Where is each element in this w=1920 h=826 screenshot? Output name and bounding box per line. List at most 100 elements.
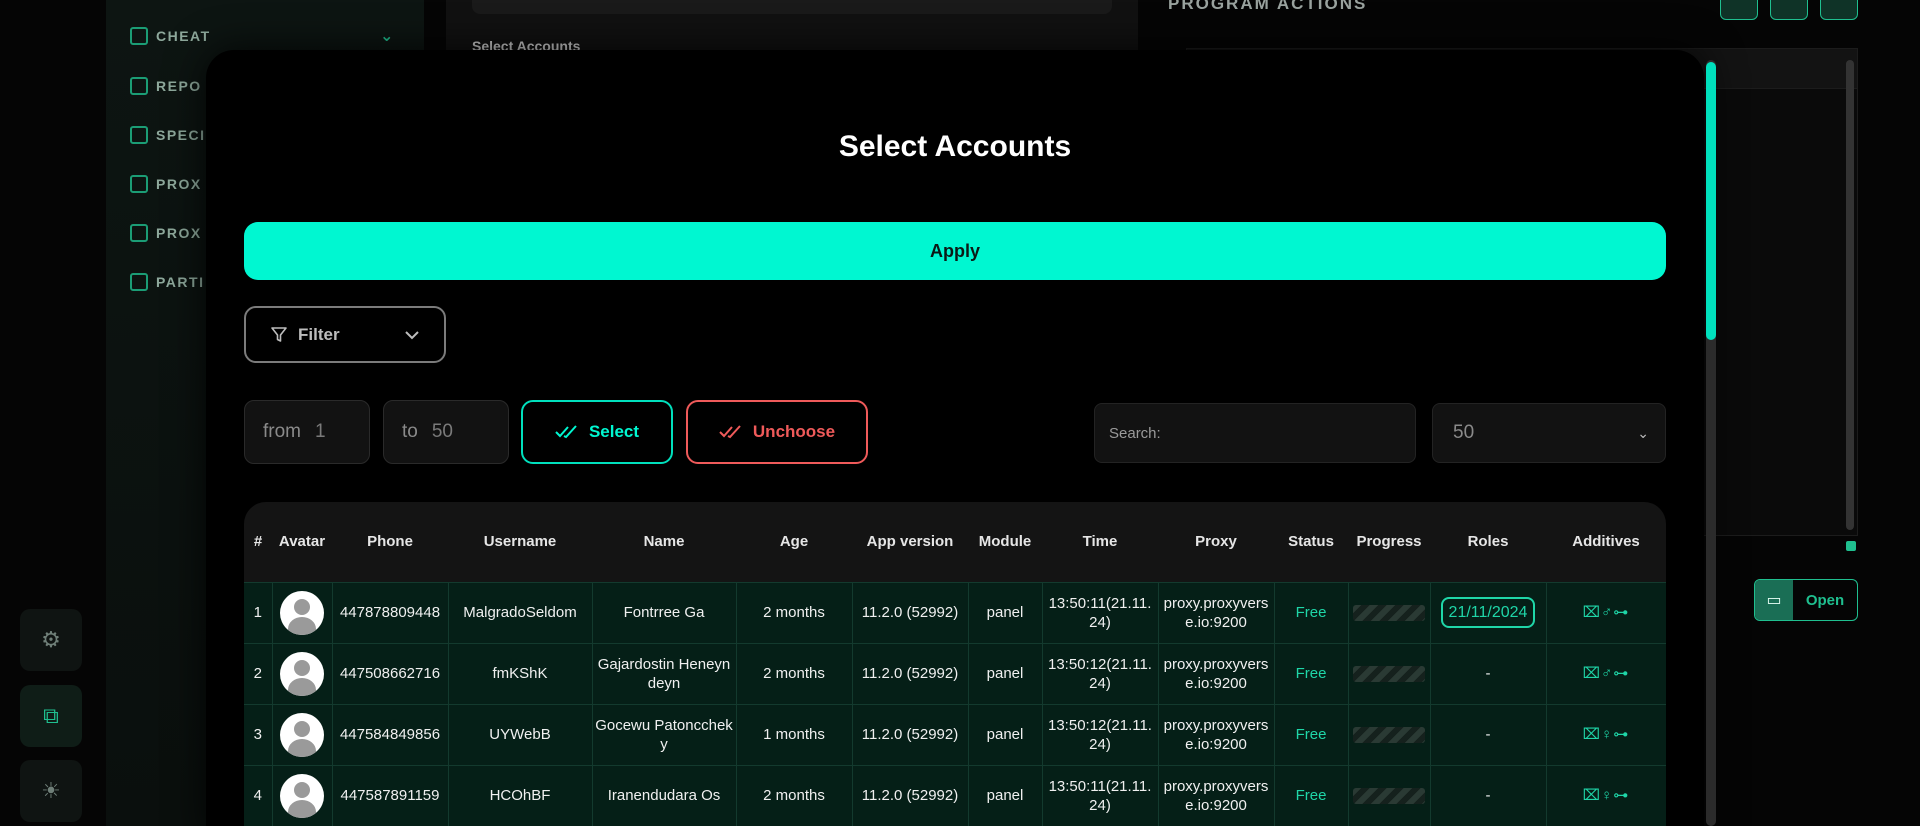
- username-cell: HCOhBF: [447, 764, 593, 826]
- sidebar-item-special[interactable]: SPECI: [130, 125, 206, 145]
- progress-bar: [1353, 726, 1425, 743]
- avatar: [280, 590, 324, 635]
- autoscroll-checkbox[interactable]: [1846, 541, 1856, 551]
- role-badge: 21/11/2024: [1440, 597, 1536, 628]
- filter-icon: [271, 326, 287, 342]
- app-version-cell: 11.2.0 (52992): [851, 581, 969, 644]
- sidebar-item-reports[interactable]: REPO: [130, 76, 202, 96]
- search-input[interactable]: [1094, 403, 1416, 463]
- select-button[interactable]: Select: [521, 400, 673, 464]
- sidebar-item-proxy-2[interactable]: PROX: [130, 223, 202, 243]
- avatar-cell: [271, 764, 333, 826]
- column-header-name[interactable]: Name: [592, 502, 736, 582]
- chevron-down-icon: ⌄: [1637, 424, 1649, 441]
- sidebar-item-label: PROX: [156, 176, 202, 192]
- username-cell: MalgradoSeldom: [447, 581, 593, 644]
- name-cell: Iranendudara Os: [591, 764, 737, 826]
- sidebar-item-label: SPECI: [156, 127, 206, 143]
- column-header-app-version[interactable]: App version: [852, 502, 968, 582]
- status-cell: Free: [1273, 581, 1349, 644]
- roles-cell: -: [1429, 764, 1547, 826]
- row-number: 1: [244, 581, 273, 644]
- filter-dropdown[interactable]: Filter: [244, 306, 446, 363]
- column-header-module[interactable]: Module: [968, 502, 1042, 582]
- username-cell: fmKShK: [447, 642, 593, 705]
- column-header-time[interactable]: Time: [1042, 502, 1158, 582]
- table-row[interactable]: 2 447508662716 fmKShK Gajardostin Heneyn…: [244, 642, 1666, 705]
- progress-bar: [1353, 604, 1425, 621]
- select-label: Select: [588, 422, 640, 441]
- additives-icons: ⌧♀⊶: [1545, 764, 1666, 826]
- progress-cell: [1347, 642, 1431, 705]
- avatar: [280, 651, 324, 696]
- phone-cell: 447878809448: [331, 581, 449, 644]
- column-header-phone[interactable]: Phone: [332, 502, 448, 582]
- column-header-age[interactable]: Age: [736, 502, 852, 582]
- app-version-cell: 11.2.0 (52992): [851, 703, 969, 766]
- range-from-value: 1: [315, 421, 326, 442]
- sidebar-item-label: REPO: [156, 78, 202, 94]
- progress-cell: [1347, 581, 1431, 644]
- proxy-cell: proxy.proxyverse.io:9200: [1157, 764, 1275, 826]
- proxy-cell: proxy.proxyverse.io:9200: [1157, 581, 1275, 644]
- range-from-input[interactable]: from 1: [244, 400, 370, 464]
- status-cell: Free: [1273, 703, 1349, 766]
- column-header-username[interactable]: Username: [448, 502, 592, 582]
- table-row[interactable]: 1 447878809448 MalgradoSeldom Fontrree G…: [244, 581, 1666, 644]
- network-icon: [130, 273, 148, 291]
- app-root: CHEAT ⌄ REPO SPECI PROX PROX PARTI ⚙ ⧉ ☀…: [0, 0, 1920, 826]
- open-folder-button[interactable]: ▭ Open: [1754, 579, 1858, 621]
- chevron-down-icon: [405, 330, 419, 339]
- double-check-icon: [555, 425, 577, 439]
- theme-toggle-button[interactable]: ☀: [20, 760, 82, 822]
- age-cell: 2 months: [735, 764, 853, 826]
- accounts-table: # Avatar Phone Username Name Age App ver…: [244, 502, 1666, 826]
- column-header-roles[interactable]: Roles: [1430, 502, 1546, 582]
- time-cell: 13:50:11(21.11.24): [1041, 581, 1159, 644]
- gear-icon: ⚙: [41, 627, 61, 652]
- sidebar-item-cheat[interactable]: CHEAT ⌄: [130, 26, 393, 46]
- page-size-select[interactable]: 50 ⌄: [1432, 403, 1666, 463]
- avatar: [280, 773, 324, 818]
- send-icon: [130, 27, 148, 45]
- table-icon: [130, 126, 148, 144]
- column-header-proxy[interactable]: Proxy: [1158, 502, 1274, 582]
- roles-cell: -: [1429, 642, 1547, 705]
- page-size-value: 50: [1453, 422, 1475, 443]
- age-cell: 2 months: [735, 581, 853, 644]
- table-row[interactable]: 3 447584849856 UYWebB Gocewu Patonccheky…: [244, 703, 1666, 766]
- external-link-button[interactable]: ⧉: [20, 685, 82, 747]
- stop-button[interactable]: [1770, 0, 1808, 20]
- settings-button[interactable]: ⚙: [20, 609, 82, 671]
- log-scrollbar[interactable]: [1846, 60, 1854, 530]
- app-version-cell: 11.2.0 (52992): [851, 764, 969, 826]
- play-button[interactable]: [1720, 0, 1758, 20]
- modal-scrollbar-thumb[interactable]: [1706, 62, 1716, 340]
- time-cell: 13:50:12(21.11.24): [1041, 703, 1159, 766]
- username-cell: UYWebB: [447, 703, 593, 766]
- row-number: 3: [244, 703, 273, 766]
- module-cell: panel: [967, 703, 1043, 766]
- roles-cell: 21/11/2024: [1429, 581, 1547, 644]
- table-row[interactable]: 4 447587891159 HCOhBF Iranendudara Os 2 …: [244, 764, 1666, 826]
- open-label: Open: [1805, 591, 1845, 609]
- row-number: 4: [244, 764, 273, 826]
- sidebar-item-partners[interactable]: PARTI: [130, 272, 204, 292]
- sidebar-item-proxy-1[interactable]: PROX: [130, 174, 202, 194]
- progress-cell: [1347, 764, 1431, 826]
- unchoose-button[interactable]: Unchoose: [686, 400, 868, 464]
- modal-title: Select Accounts: [838, 130, 1072, 163]
- folder-icon: ▭: [1755, 580, 1793, 620]
- avatar: [280, 712, 324, 757]
- progress-bar: [1353, 665, 1425, 682]
- name-cell: Gajardostin Heneyndeyn: [591, 642, 737, 705]
- column-header-status[interactable]: Status: [1274, 502, 1348, 582]
- phone-cell: 447508662716: [331, 642, 449, 705]
- range-to-input[interactable]: to 50: [383, 400, 509, 464]
- sidebar-item-label: PARTI: [156, 274, 205, 290]
- apply-button[interactable]: Apply: [244, 222, 1666, 280]
- unchoose-label: Unchoose: [752, 422, 836, 441]
- additives-icons: ⌧♂⊶: [1545, 642, 1666, 705]
- delete-button[interactable]: [1820, 0, 1858, 20]
- double-check-icon: [719, 425, 741, 439]
